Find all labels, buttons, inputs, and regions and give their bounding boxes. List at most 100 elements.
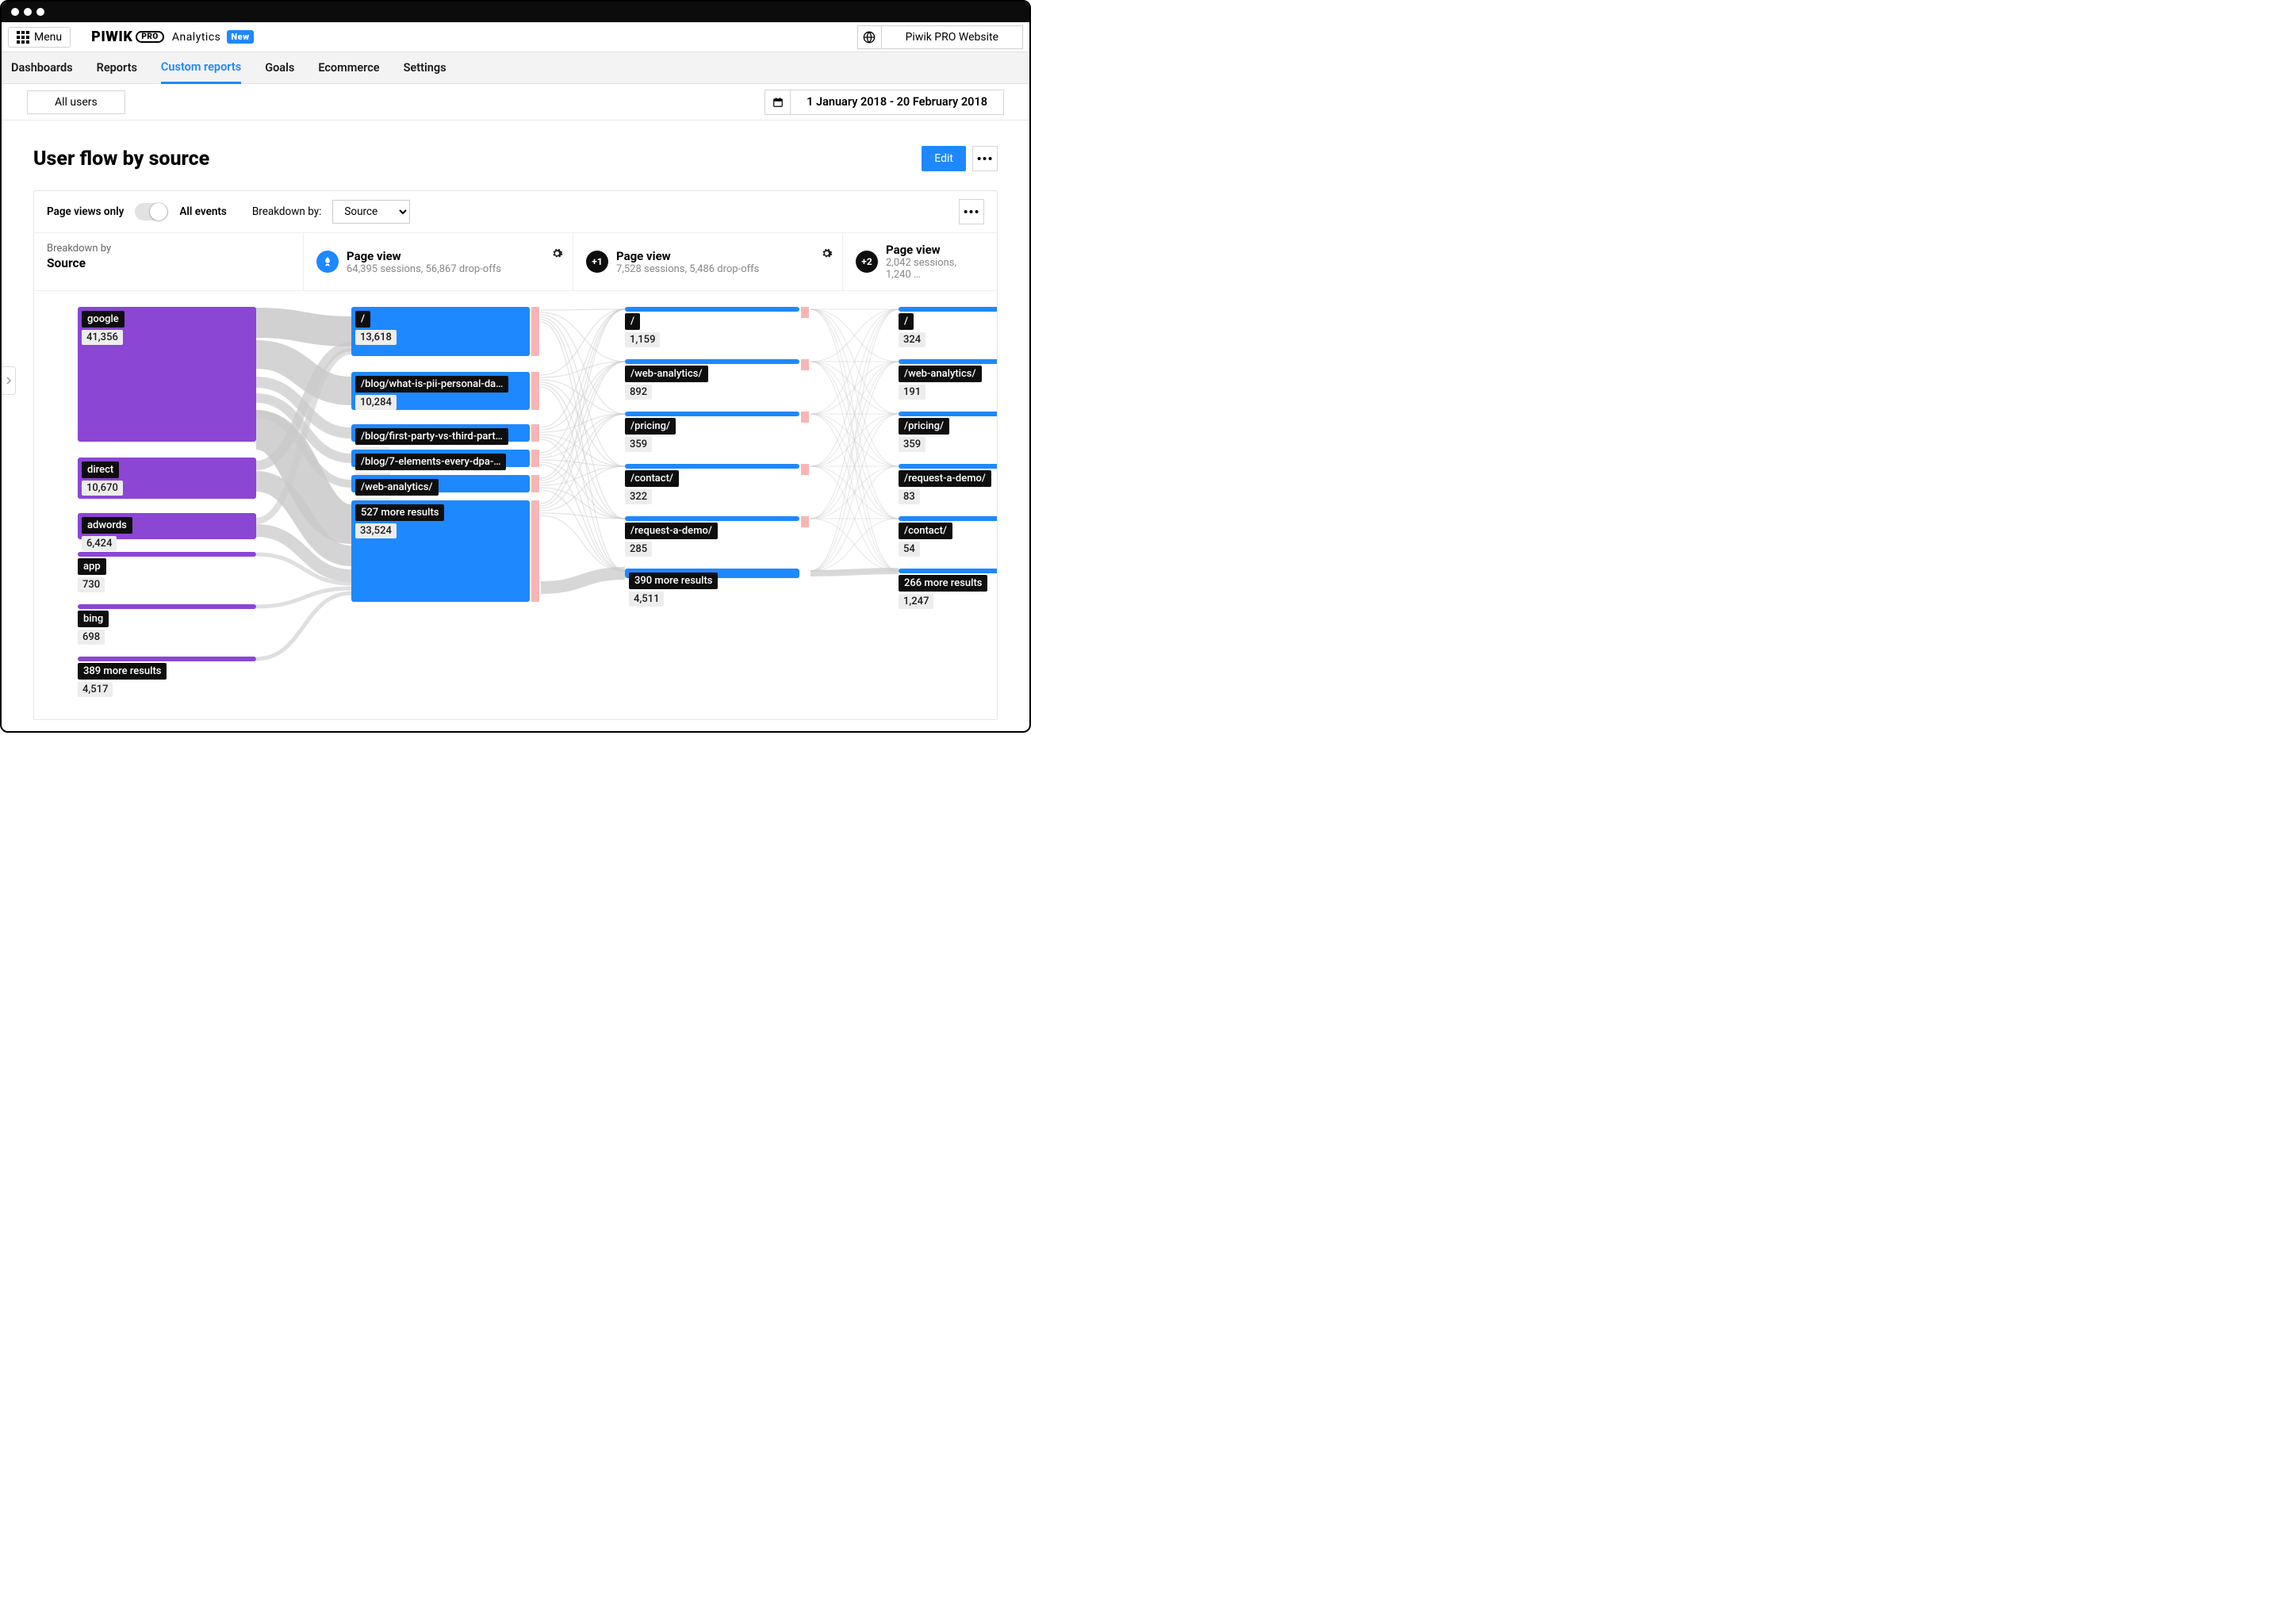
breakdown-select[interactable]: Source: [332, 200, 410, 224]
flow-node[interactable]: adwords6,424: [78, 513, 256, 539]
flow-node-count: 191: [899, 385, 925, 400]
brand-name: PIWIK: [91, 29, 132, 45]
flow-node[interactable]: /request-a-demo/83: [899, 464, 997, 469]
flow-node[interactable]: /contact/54: [899, 516, 997, 521]
menu-button[interactable]: Menu: [8, 27, 71, 48]
flow-node-label: /blog/first-party-vs-third-part…: [355, 428, 508, 445]
flow-node-count: 698: [78, 630, 105, 645]
flow-node[interactable]: google41,356: [78, 307, 256, 442]
brand-pro: PRO: [136, 31, 163, 43]
flow-node-label: /web-analytics/: [355, 479, 439, 496]
date-range-picker[interactable]: 1 January 2018 - 20 February 2018: [765, 90, 1004, 115]
menu-grid-icon: [17, 31, 29, 44]
flow-node-count: 4,511: [629, 592, 664, 607]
step-plus2-icon: +2: [856, 251, 878, 273]
flow-node-label: /blog/what-is-pii-personal-da…: [355, 376, 508, 393]
flow-node-label: /: [899, 313, 914, 330]
flow-node[interactable]: /blog/7-elements-every-dpa-…2,216: [351, 450, 530, 467]
flow-node-label: 389 more results: [78, 663, 167, 680]
flow-node-count: 83: [899, 489, 920, 504]
flow-node-count: 359: [899, 437, 925, 452]
col-header-step-2: +1 Page view 7,528 sessions, 5,486 drop-…: [573, 233, 843, 290]
flow-node[interactable]: app730: [78, 552, 256, 557]
gear-icon[interactable]: [551, 247, 563, 262]
report-title: User flow by source: [33, 147, 209, 170]
tab-reports[interactable]: Reports: [97, 53, 137, 82]
col-header-step-1: Page view 64,395 sessions, 56,867 drop-o…: [304, 233, 573, 290]
breakdown-by-value: Source: [47, 256, 86, 270]
step-1-title: Page view: [347, 249, 501, 263]
flow-node-label: 390 more results: [629, 573, 718, 589]
flow-node-label: /pricing/: [625, 418, 676, 435]
flow-node[interactable]: /contact/322: [625, 464, 799, 469]
flow-node-label: adwords: [82, 517, 132, 534]
flow-node[interactable]: 266 more results1,247: [899, 569, 997, 573]
dropoff-marker: [531, 450, 539, 467]
flow-node-count: 1,247: [899, 594, 933, 609]
flow-node[interactable]: /blog/first-party-vs-third-part…2,776: [351, 424, 530, 442]
flow-node-count: 13,618: [355, 330, 397, 345]
flow-node-label: /web-analytics/: [899, 366, 982, 382]
events-toggle[interactable]: [135, 203, 168, 220]
flow-node-count: 10,284: [355, 395, 397, 410]
toggle-right-label: All events: [179, 205, 227, 218]
rocket-icon: [316, 251, 339, 273]
flow-node-count: 322: [625, 489, 652, 504]
flow-node[interactable]: 527 more results33,524: [351, 500, 530, 602]
tab-goals[interactable]: Goals: [265, 53, 294, 82]
tabbar: Dashboards Reports Custom reports Goals …: [2, 52, 1029, 84]
step-3-title: Page view: [886, 243, 984, 257]
dropoff-marker: [531, 500, 539, 602]
flow-node[interactable]: bing698: [78, 604, 256, 609]
flow-node-label: /contact/: [899, 523, 952, 539]
flow-node[interactable]: /web-analytics/191: [899, 359, 997, 364]
flow-node[interactable]: /web-analytics/1,977: [351, 475, 530, 492]
dropoff-marker: [801, 464, 809, 475]
flow-node-label: /: [355, 311, 370, 327]
flow-node-label: /request-a-demo/: [625, 523, 718, 539]
site-name: Piwik PRO Website: [881, 25, 1023, 49]
site-selector[interactable]: Piwik PRO Website: [857, 25, 1023, 49]
new-badge: New: [227, 30, 253, 44]
panel-more-button[interactable]: •••: [959, 199, 984, 224]
traffic-light-min[interactable]: [24, 8, 32, 16]
edit-button[interactable]: Edit: [922, 146, 966, 171]
toggle-left-label: Page views only: [47, 205, 124, 218]
flow-node[interactable]: /324: [899, 307, 997, 312]
sankey-diagram: google41,356 direct10,670 adwords6,424 app7…: [34, 291, 997, 719]
flow-node[interactable]: /request-a-demo/285: [625, 516, 799, 521]
step-2-title: Page view: [616, 249, 759, 263]
flow-node[interactable]: /pricing/359: [899, 412, 997, 416]
tab-settings[interactable]: Settings: [404, 53, 446, 82]
flow-node-label: /request-a-demo/: [899, 470, 991, 487]
flow-node-label: 527 more results: [355, 504, 444, 521]
date-range-text: 1 January 2018 - 20 February 2018: [790, 90, 1004, 115]
tab-dashboards[interactable]: Dashboards: [11, 53, 73, 82]
flow-node[interactable]: /web-analytics/892: [625, 359, 799, 364]
breakdown-by-label: Breakdown by: [47, 243, 111, 255]
traffic-light-max[interactable]: [36, 8, 44, 16]
dropoff-marker: [531, 424, 539, 442]
col-header-breakdown: Breakdown by Source: [34, 233, 304, 290]
dropoff-marker: [531, 307, 539, 356]
flow-node-count: 285: [625, 542, 652, 557]
flow-node[interactable]: 390 more results4,511: [625, 569, 799, 578]
tab-custom-reports[interactable]: Custom reports: [161, 52, 241, 84]
flow-node[interactable]: 389 more results4,517: [78, 657, 256, 661]
segment-selector[interactable]: All users: [27, 90, 125, 114]
flow-node[interactable]: /1,159: [625, 307, 799, 312]
step-plus1-icon: +1: [586, 251, 608, 273]
flow-node[interactable]: / 13,618: [351, 307, 530, 356]
traffic-light-close[interactable]: [11, 8, 19, 16]
report-more-button[interactable]: •••: [972, 146, 998, 171]
gear-icon[interactable]: [821, 247, 833, 262]
flow-node[interactable]: direct10,670: [78, 458, 256, 499]
calendar-icon: [765, 90, 790, 115]
flow-node[interactable]: /blog/what-is-pii-personal-da… 10,284: [351, 372, 530, 410]
flow-node-count: 1,159: [625, 332, 660, 347]
window-titlebar: [2, 2, 1029, 22]
col-header-step-3: +2 Page view 2,042 sessions, 1,240 …: [843, 233, 997, 290]
tab-ecommerce[interactable]: Ecommerce: [318, 53, 379, 82]
flow-node-label: /blog/7-elements-every-dpa-…: [355, 454, 506, 470]
flow-node[interactable]: /pricing/359: [625, 412, 799, 416]
